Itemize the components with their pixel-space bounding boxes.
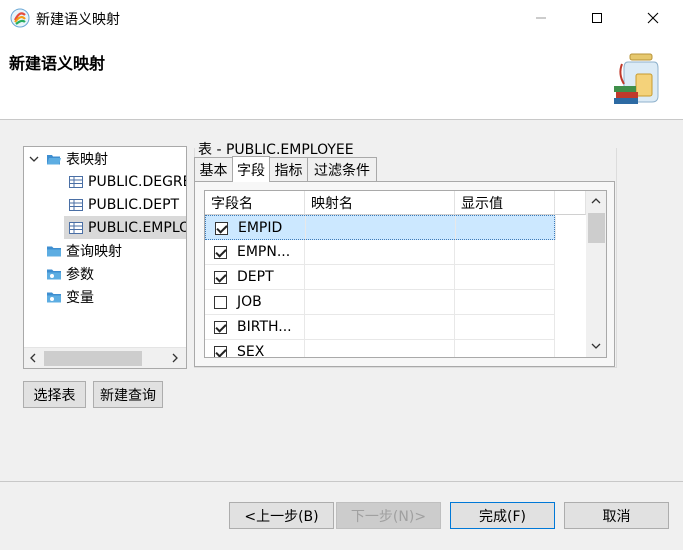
mapping-name-cell[interactable] xyxy=(305,240,455,264)
table-row[interactable]: SEX xyxy=(205,340,555,358)
display-value-cell[interactable] xyxy=(455,265,555,289)
tab-fields[interactable]: 字段 xyxy=(232,156,270,182)
window-title: 新建语义映射 xyxy=(36,12,120,28)
app-logo-icon xyxy=(10,8,30,28)
tree-node-parameters[interactable]: 参数 xyxy=(46,262,94,285)
table-row[interactable]: EMPN... xyxy=(205,240,555,265)
tree-node-table-mapping[interactable]: 表映射 xyxy=(28,147,108,170)
display-value-cell[interactable] xyxy=(455,240,555,264)
field-grid[interactable]: 字段名 映射名 显示值 EMPID EMPN... DEPT JOB BIRTH… xyxy=(204,190,607,358)
close-icon xyxy=(647,12,659,24)
folder-gear-icon xyxy=(47,269,61,279)
mapping-name-cell[interactable] xyxy=(305,290,455,314)
row-checkbox[interactable] xyxy=(214,295,227,309)
column-header-field-name[interactable]: 字段名 xyxy=(205,191,305,215)
field-name-cell: EMPID xyxy=(238,220,283,236)
minimize-icon xyxy=(536,17,546,19)
tree-node-label: 查询映射 xyxy=(66,243,122,260)
chevron-right-icon[interactable] xyxy=(170,353,180,363)
cancel-button[interactable]: 取消 xyxy=(564,502,669,529)
tree-node-label: 表映射 xyxy=(66,151,108,168)
field-name-cell: DEPT xyxy=(237,269,274,285)
display-value-cell[interactable] xyxy=(456,216,556,240)
tab-metrics[interactable]: 指标 xyxy=(269,157,308,181)
column-header-display-value[interactable]: 显示值 xyxy=(455,191,555,215)
maximize-button[interactable] xyxy=(574,0,620,36)
tree-node-label: PUBLIC.EMPLOYEE xyxy=(88,219,186,236)
mapping-name-cell[interactable] xyxy=(305,265,455,289)
tab-basic[interactable]: 基本 xyxy=(194,157,233,181)
minimize-button[interactable] xyxy=(518,0,564,36)
finish-button[interactable]: 完成(F) xyxy=(450,502,555,529)
display-value-cell[interactable] xyxy=(455,340,555,357)
tree-node-table[interactable]: PUBLIC.DEGREE xyxy=(68,170,186,193)
row-checkbox[interactable] xyxy=(214,245,227,259)
row-checkbox[interactable] xyxy=(214,320,227,334)
table-row[interactable]: JOB xyxy=(205,290,555,315)
display-value-cell[interactable] xyxy=(455,290,555,314)
table-icon xyxy=(69,221,83,234)
mapping-name-cell[interactable] xyxy=(305,315,455,339)
wizard-title: 新建语义映射 xyxy=(9,54,106,73)
wizard-header: 新建语义映射 xyxy=(0,36,683,120)
table-row[interactable]: EMPID xyxy=(205,215,556,240)
footer-separator xyxy=(0,481,683,482)
column-header-mapping-name[interactable]: 映射名 xyxy=(305,191,455,215)
tree-node-label: 变量 xyxy=(66,289,94,306)
select-table-button[interactable]: 选择表 xyxy=(23,381,86,408)
display-value-cell[interactable] xyxy=(455,315,555,339)
database-jar-icon xyxy=(612,50,660,106)
chevron-down-icon[interactable] xyxy=(591,341,601,351)
folder-icon xyxy=(47,246,61,256)
tree-node-label: 参数 xyxy=(66,266,94,283)
tree-node-table[interactable]: PUBLIC.DEPT xyxy=(68,193,179,216)
scroll-thumb[interactable] xyxy=(44,351,142,366)
folder-gear-icon xyxy=(47,292,61,302)
folder-open-icon xyxy=(47,154,61,164)
tree-node-variables[interactable]: 变量 xyxy=(46,285,94,308)
table-row[interactable]: BIRTH... xyxy=(205,315,555,340)
maximize-icon xyxy=(592,13,602,23)
table-icon xyxy=(69,198,83,211)
mapping-name-cell[interactable] xyxy=(306,216,456,240)
tree-node-label: PUBLIC.DEGREE xyxy=(88,173,186,190)
table-icon xyxy=(69,175,83,188)
close-button[interactable] xyxy=(630,0,676,36)
column-header-filler xyxy=(555,191,586,215)
chevron-down-icon[interactable] xyxy=(28,153,40,165)
tab-filter[interactable]: 过滤条件 xyxy=(307,157,377,181)
field-name-cell: SEX xyxy=(237,344,265,358)
new-query-button[interactable]: 新建查询 xyxy=(93,381,163,408)
chevron-up-icon[interactable] xyxy=(591,196,601,206)
table-row[interactable]: DEPT xyxy=(205,265,555,290)
mapping-name-cell[interactable] xyxy=(305,340,455,357)
row-checkbox[interactable] xyxy=(215,221,228,235)
previous-button[interactable]: <上一步(B) xyxy=(229,502,334,529)
tree-node-table-selected[interactable]: PUBLIC.EMPLOYEE xyxy=(64,216,186,239)
tree-node-label: PUBLIC.DEPT xyxy=(88,196,180,213)
grid-vertical-scrollbar[interactable] xyxy=(586,191,606,357)
row-checkbox[interactable] xyxy=(214,270,227,284)
row-checkbox[interactable] xyxy=(214,345,227,357)
tree-horizontal-scrollbar[interactable] xyxy=(24,347,186,368)
tree-node-query-mapping[interactable]: 查询映射 xyxy=(46,239,122,262)
mapping-tree[interactable]: 表映射 PUBLIC.DEGREE PUBLIC.DEPT PUBLIC.EMP… xyxy=(23,146,187,369)
scroll-thumb[interactable] xyxy=(588,213,605,243)
chevron-left-icon[interactable] xyxy=(28,353,38,363)
field-name-cell: BIRTH... xyxy=(237,319,292,335)
next-button[interactable]: 下一步(N)> xyxy=(336,502,441,529)
field-name-cell: EMPN... xyxy=(237,244,291,260)
title-bar: 新建语义映射 xyxy=(0,0,683,36)
field-name-cell: JOB xyxy=(237,294,262,310)
